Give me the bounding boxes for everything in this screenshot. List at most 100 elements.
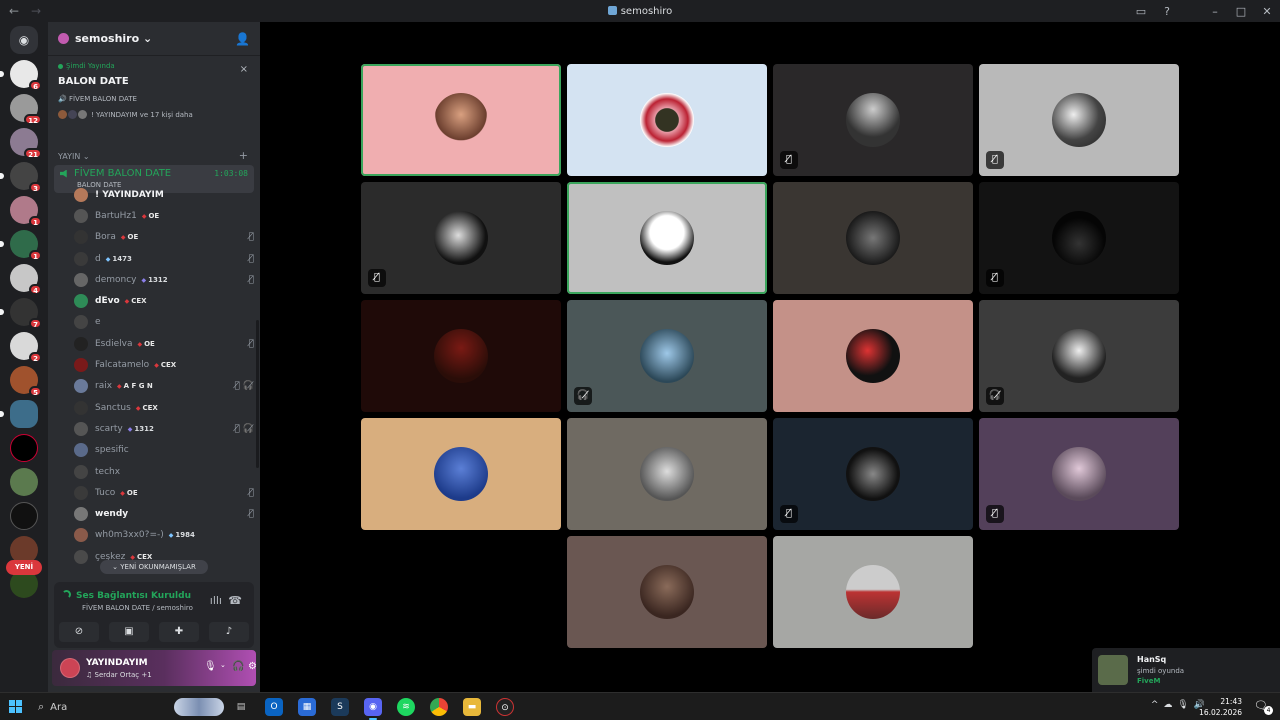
task-view-icon[interactable]: ▤	[232, 698, 250, 716]
server-icon[interactable]: 6	[0, 60, 42, 91]
notification-icon[interactable]: 🗨 4	[1254, 699, 1273, 715]
participant-tile[interactable]: 🎙̸	[979, 64, 1179, 176]
server-icon[interactable]: 3	[0, 162, 42, 193]
voice-member[interactable]: Esdielva OE 🎙̸	[74, 333, 254, 354]
participant-tile[interactable]: 🎙̸	[979, 418, 1179, 530]
steam-icon[interactable]: S	[331, 698, 349, 716]
voice-member[interactable]: scarty 1312 🎙̸ 🎧̸	[74, 418, 254, 439]
disconnect-icon[interactable]: ☎	[228, 594, 242, 607]
windows-start-icon[interactable]	[9, 700, 22, 713]
discord-icon[interactable]: ◉	[364, 698, 382, 720]
server-header[interactable]: semoshiro ⌄ 👤	[48, 22, 260, 56]
participant-tile[interactable]: 🎧̸	[979, 300, 1179, 412]
participant-tile[interactable]	[361, 418, 561, 530]
live-stream-card[interactable]: Şimdi Yayında BALON DATE 🔊 FİVEM BALON D…	[48, 56, 260, 134]
settings-gear-icon[interactable]: ⚙	[248, 661, 257, 672]
participant-tile[interactable]: 🎙̸	[361, 182, 561, 294]
maximize-icon[interactable]: □	[1228, 5, 1254, 18]
outlook-icon[interactable]: O	[265, 698, 283, 716]
invite-user-icon[interactable]: 👤	[235, 32, 250, 46]
voice-member[interactable]: raix A F G N 🎙̸ 🎧̸	[74, 376, 254, 397]
mention-badge: 12	[24, 114, 42, 125]
participant-tile[interactable]	[567, 536, 767, 648]
user-name[interactable]: YAYINDAYIM	[86, 658, 148, 668]
back-arrow-icon[interactable]: ←	[6, 4, 22, 18]
chrome-icon[interactable]	[430, 698, 448, 716]
voice-member[interactable]: wendy 🎙̸	[74, 503, 254, 524]
participant-tile[interactable]	[361, 64, 561, 176]
microphone-icon[interactable]: 🎙	[204, 661, 217, 672]
server-icon[interactable]: 21	[10, 128, 42, 159]
taskbar-search[interactable]: ⌕ Ara	[34, 697, 224, 717]
voice-member[interactable]: spesific	[74, 440, 254, 461]
member-name: Falcatamelo	[95, 360, 150, 371]
server-icon[interactable]: 1	[0, 230, 42, 261]
app-icon[interactable]: ⊙	[496, 698, 514, 716]
voice-status-channel[interactable]: FİVEM BALON DATE / semoshiro	[82, 604, 193, 612]
participant-tile[interactable]: 🎙̸	[773, 64, 973, 176]
participant-tile[interactable]	[567, 64, 767, 176]
taskbar-clock[interactable]: 21:43 16.02.2026	[1199, 696, 1242, 718]
help-icon[interactable]: ?	[1154, 5, 1180, 18]
file-explorer-icon[interactable]: ▬	[463, 698, 481, 716]
inbox-icon[interactable]: ▭	[1128, 5, 1154, 18]
server-icon[interactable]	[10, 468, 38, 496]
avatar	[74, 443, 88, 458]
server-icon[interactable]: 1	[10, 196, 42, 227]
participant-tile[interactable]: 🎙̸	[979, 182, 1179, 294]
voice-member[interactable]: BartuHz1 OE	[74, 205, 254, 226]
voice-member[interactable]: Tuco OE 🎙̸	[74, 482, 254, 503]
game-activity-toast[interactable]: HanSq şimdi oyunda FiveM	[1092, 648, 1280, 692]
discord-home-icon[interactable]: ◉	[10, 26, 38, 54]
activities-icon[interactable]: ✚	[159, 622, 199, 642]
store-icon[interactable]: ▦	[298, 698, 316, 716]
avatar	[74, 400, 88, 415]
participant-tile[interactable]	[567, 182, 767, 294]
participant-tile[interactable]: 🎧̸	[567, 300, 767, 412]
voice-status[interactable]: Ses Bağlantısı Kuruldu	[62, 590, 191, 601]
noise-suppression-icon[interactable]: ıllı	[210, 594, 222, 607]
minimize-icon[interactable]: –	[1202, 5, 1228, 18]
close-window-icon[interactable]: ✕	[1254, 5, 1280, 18]
voice-member[interactable]: wh0m3xx0?=-) 1984	[74, 525, 254, 546]
forward-arrow-icon[interactable]: →	[28, 4, 44, 18]
voice-member[interactable]: Sanctus CEX	[74, 397, 254, 418]
channel-category[interactable]: YAYIN ⌄ +	[48, 134, 260, 162]
participant-tile[interactable]	[773, 182, 973, 294]
server-icon[interactable]	[10, 502, 38, 530]
chevron-down-icon[interactable]: ⌄	[220, 661, 226, 669]
participant-tile[interactable]	[773, 536, 973, 648]
avatar[interactable]	[60, 658, 80, 678]
participant-tile[interactable]	[567, 418, 767, 530]
server-icon[interactable]	[0, 400, 38, 428]
participant-tile[interactable]: 🎙̸	[773, 418, 973, 530]
server-icon[interactable]: 12	[10, 94, 42, 125]
server-icon[interactable]: 2	[10, 332, 42, 363]
server-icon[interactable]: 7	[0, 298, 42, 329]
avatar	[640, 447, 694, 501]
participant-tile[interactable]	[361, 300, 561, 412]
scrollbar[interactable]	[256, 320, 259, 468]
close-icon[interactable]: ×	[240, 64, 248, 75]
new-badge[interactable]: YENİ	[6, 560, 42, 575]
server-icon[interactable]: 5	[10, 366, 42, 397]
voice-member[interactable]: techx	[74, 461, 254, 482]
server-icon[interactable]: 4	[10, 264, 42, 295]
voice-member[interactable]: dEvo CEX	[74, 290, 254, 311]
soundboard-icon[interactable]: ♪	[209, 622, 249, 642]
server-icon[interactable]	[10, 434, 38, 462]
voice-member[interactable]: e	[74, 312, 254, 333]
headphones-icon[interactable]: 🎧	[232, 661, 244, 672]
voice-member[interactable]: demoncy 1312 🎙̸	[74, 269, 254, 290]
voice-member[interactable]: ! YAYINDAYIM	[74, 184, 254, 205]
screen-share-icon[interactable]: ▣	[109, 622, 149, 642]
voice-status-icon: 🎙̸	[248, 253, 254, 264]
participant-tile[interactable]	[773, 300, 973, 412]
voice-member[interactable]: d 1473 🎙̸	[74, 248, 254, 269]
camera-off-icon[interactable]: ⊘	[59, 622, 99, 642]
new-unreads-button[interactable]: ⌄ YENİ OKUNMAMIŞLAR	[100, 560, 208, 574]
add-channel-icon[interactable]: +	[239, 149, 248, 162]
spotify-icon[interactable]: ≋	[397, 698, 415, 716]
voice-member[interactable]: Bora OE 🎙̸	[74, 227, 254, 248]
voice-member[interactable]: Falcatamelo CEX	[74, 354, 254, 375]
